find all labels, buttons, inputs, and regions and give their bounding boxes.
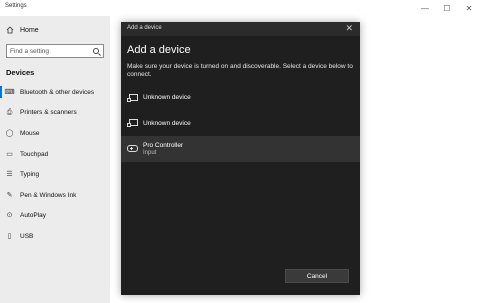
- dialog-description: Make sure your device is turned on and d…: [127, 63, 353, 78]
- close-window-button[interactable]: ✕: [458, 0, 480, 16]
- cancel-button[interactable]: Cancel: [285, 269, 349, 283]
- home-nav-item[interactable]: Home: [6, 26, 39, 34]
- usb-icon: ▯: [7, 232, 12, 240]
- sidebar-item-label: Printers & scanners: [20, 109, 77, 117]
- keyboard-icon: ☰: [6, 171, 13, 179]
- search-input[interactable]: Find a setting: [6, 44, 104, 58]
- sidebar-item-label: Mouse: [20, 129, 40, 137]
- home-label: Home: [20, 26, 39, 34]
- device-list: Unknown device Unknown device Pro Contro…: [121, 85, 360, 162]
- sidebar-item-label: AutoPlay: [20, 212, 47, 220]
- settings-sidebar: Home Find a setting Devices ⌨ Bluetooth …: [0, 16, 110, 303]
- device-name: Pro Controller: [143, 141, 184, 149]
- device-item[interactable]: Unknown device: [121, 111, 360, 137]
- sidebar-item-label: Typing: [20, 171, 40, 179]
- gamepad-icon: [127, 145, 138, 153]
- display-device-icon: [127, 119, 138, 128]
- device-name: Unknown device: [143, 94, 191, 102]
- printer-icon: ⎙: [6, 109, 13, 117]
- maximize-button[interactable]: ☐: [436, 0, 458, 16]
- minimize-button[interactable]: —: [414, 0, 436, 16]
- autoplay-icon: ⊙: [6, 212, 13, 220]
- sidebar-item-pen[interactable]: ✎ Pen & Windows Ink: [0, 185, 110, 206]
- pen-icon: ✎: [6, 191, 13, 199]
- touchpad-icon: ▭: [6, 150, 13, 158]
- search-icon: [93, 48, 99, 54]
- sidebar-item-bluetooth[interactable]: ⌨ Bluetooth & other devices: [0, 82, 110, 103]
- sidebar-nav: ⌨ Bluetooth & other devices ⎙ Printers &…: [0, 82, 110, 247]
- section-title: Devices: [6, 68, 35, 77]
- device-name: Unknown device: [143, 119, 191, 127]
- sidebar-item-label: Pen & Windows Ink: [20, 191, 77, 199]
- dialog-title-bar: Add a device ✕: [121, 22, 360, 36]
- window-controls: — ☐ ✕: [414, 0, 480, 16]
- device-item[interactable]: Unknown device: [121, 85, 360, 111]
- home-icon: [6, 26, 14, 34]
- sidebar-item-autoplay[interactable]: ⊙ AutoPlay: [0, 206, 110, 227]
- sidebar-item-label: USB: [20, 232, 34, 240]
- sidebar-item-printers[interactable]: ⎙ Printers & scanners: [0, 103, 110, 124]
- device-type: Input: [143, 149, 157, 156]
- display-device-icon: [127, 93, 138, 102]
- search-placeholder: Find a setting: [10, 48, 50, 55]
- dialog-heading: Add a device: [127, 44, 191, 56]
- sidebar-item-usb[interactable]: ▯ USB: [0, 226, 110, 247]
- mouse-icon: ◯: [5, 129, 14, 137]
- dialog-close-button[interactable]: ✕: [345, 23, 353, 34]
- sidebar-item-touchpad[interactable]: ▭ Touchpad: [0, 144, 110, 165]
- window-title: Settings: [5, 3, 27, 9]
- sidebar-item-mouse[interactable]: ◯ Mouse: [0, 123, 110, 144]
- add-device-dialog: Add a device ✕ Add a device Make sure yo…: [121, 22, 360, 295]
- settings-title-bar: Settings — ☐ ✕: [0, 0, 480, 16]
- sidebar-item-label: Bluetooth & other devices: [20, 88, 95, 96]
- sidebar-item-label: Touchpad: [20, 150, 49, 158]
- dialog-window-title: Add a device: [127, 25, 162, 31]
- device-item-pro-controller[interactable]: Pro Controller Input: [121, 136, 360, 162]
- bluetooth-devices-icon: ⌨: [4, 88, 15, 96]
- sidebar-item-typing[interactable]: ☰ Typing: [0, 164, 110, 185]
